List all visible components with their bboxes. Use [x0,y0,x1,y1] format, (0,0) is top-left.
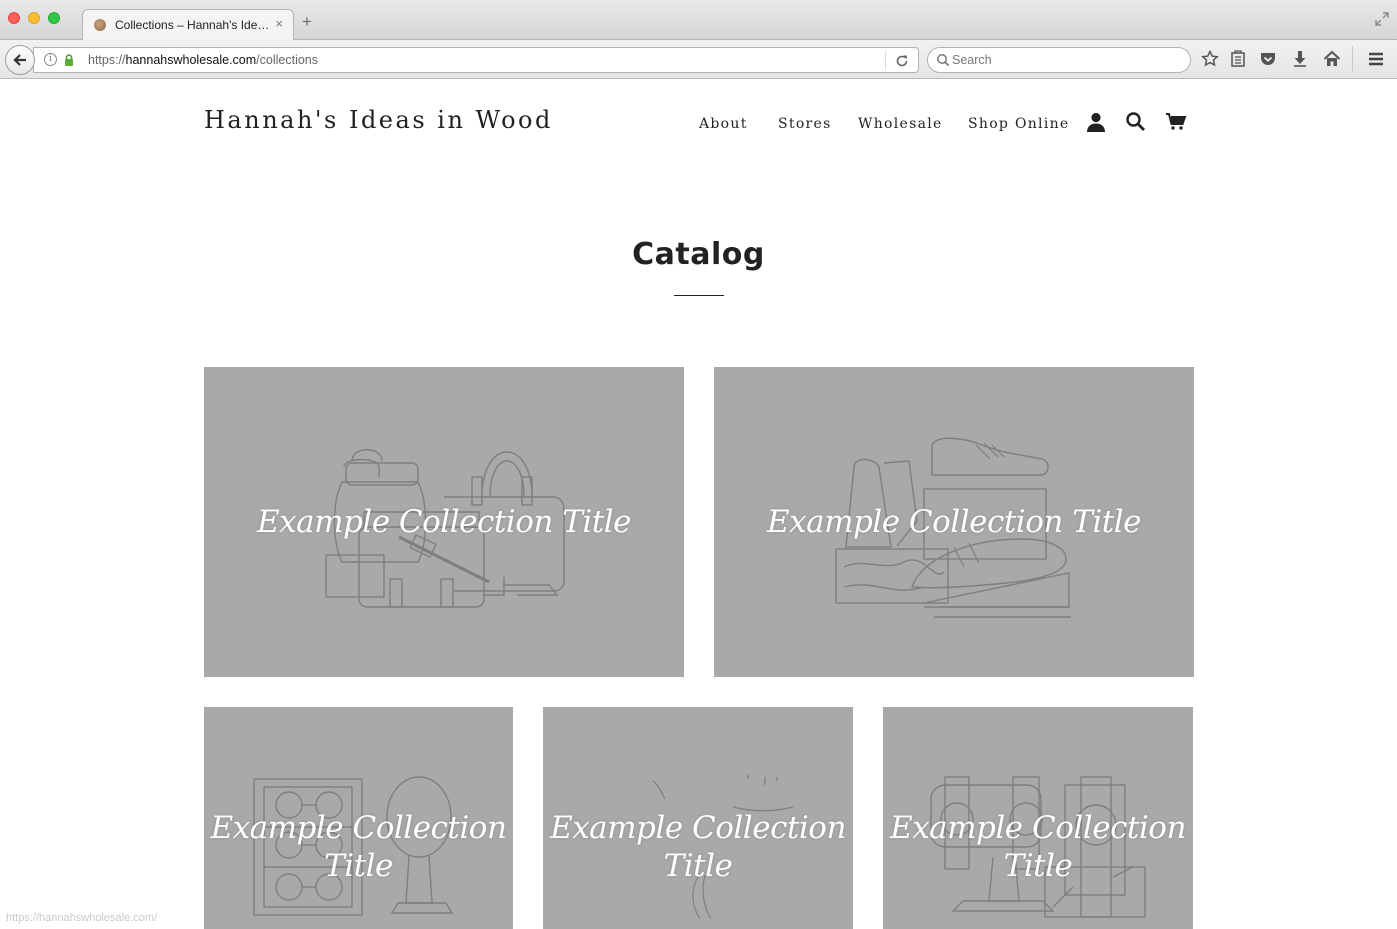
nav-link-stores[interactable]: Stores [778,116,832,132]
zoom-window-button[interactable] [48,12,60,24]
cart-icon[interactable] [1165,111,1187,133]
bookmark-star-icon[interactable] [1200,49,1220,69]
pocket-icon[interactable] [1258,49,1278,69]
tab-title: Collections – Hannah's Ide… [115,18,270,32]
nav-link-shop-online[interactable]: Shop Online [968,116,1070,132]
url-divider [885,51,886,70]
collection-title: Example Collection Title [766,504,1142,540]
collection-title: Example Collection Title [256,504,632,540]
hamburger-menu-icon[interactable] [1366,49,1386,69]
search-field[interactable]: Search [927,47,1191,73]
new-tab-button[interactable]: + [302,13,312,30]
active-tab[interactable]: Collections – Hannah's Ide… × [82,9,294,40]
browser-tab-bar: Collections – Hannah's Ide… × + [0,0,1397,40]
back-arrow-icon [13,54,26,66]
fullscreen-icon[interactable] [1375,12,1389,29]
lock-icon [65,54,73,66]
collection-title: Example Collection Title [210,810,507,884]
collection-title: Example Collection Title [890,810,1186,884]
site-logo[interactable]: Hannah's Ideas in Wood [204,106,553,134]
url-bar[interactable]: i https://hannahswholesale.com/collectio… [33,47,919,73]
nav-link-wholesale[interactable]: Wholesale [858,116,943,132]
site-info-icon[interactable]: i [44,53,57,66]
download-icon[interactable] [1290,49,1310,69]
collection-card[interactable]: Example Collection Title [543,707,853,929]
minimize-window-button[interactable] [28,12,40,24]
page-title: Catalog [632,237,765,272]
reading-list-icon[interactable] [1228,49,1248,69]
collection-card[interactable]: Example Collection Title [714,367,1194,677]
nav-link-about[interactable]: About [699,116,748,132]
browser-nav-bar: i https://hannahswholesale.com/collectio… [0,40,1397,79]
url-text[interactable]: https://hannahswholesale.com/collections [88,53,318,67]
status-bar-url: https://hannahswholesale.com/ [6,912,158,924]
home-icon[interactable] [1322,49,1342,69]
back-button[interactable] [5,45,35,75]
search-placeholder: Search [952,53,992,67]
collection-title: Example Collection Title [550,810,846,884]
collection-card[interactable]: Example Collection Title [883,707,1193,929]
search-magnifier-icon [937,54,950,67]
title-divider [674,295,724,296]
site-favicon-icon [94,19,106,31]
tab-close-icon[interactable]: × [275,16,283,31]
account-icon[interactable] [1085,111,1107,133]
toolbar-divider [1352,46,1353,72]
search-icon[interactable] [1125,111,1147,133]
collection-card[interactable]: Example Collection Title [204,367,684,677]
site-header: Hannah's Ideas in Wood About Stores Whol… [0,80,1397,170]
collection-card[interactable]: Example Collection Title [204,707,513,929]
close-window-button[interactable] [8,12,20,24]
reload-icon[interactable] [894,53,910,69]
